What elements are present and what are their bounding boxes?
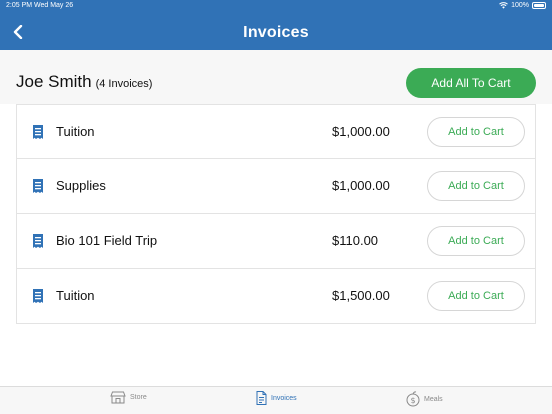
add-to-cart-button[interactable]: Add to Cart — [427, 226, 525, 256]
invoice-title: Supplies — [56, 178, 106, 193]
invoice-row: Tuition $1,500.00 Add to Cart — [16, 269, 536, 324]
tab-store-label: Store — [130, 394, 147, 401]
svg-text:$: $ — [410, 396, 415, 405]
status-indicators: 100% — [499, 2, 546, 9]
invoice-amount: $1,000.00 — [332, 124, 390, 139]
app-header: 2:05 PM Wed May 26 100% Invoices — [0, 0, 552, 50]
status-date: Wed May 26 — [34, 2, 74, 9]
customer-name: Joe Smith (4 Invoices) — [16, 72, 152, 92]
tab-store[interactable]: Store — [110, 391, 147, 404]
add-to-cart-button[interactable]: Add to Cart — [427, 281, 525, 311]
invoice-title: Tuition — [56, 288, 95, 303]
invoice-amount: $110.00 — [332, 233, 379, 248]
page-title: Invoices — [243, 24, 309, 41]
battery-percent: 100% — [511, 2, 529, 9]
main-content: Joe Smith (4 Invoices) Add All To Cart Tu… — [0, 50, 552, 386]
tab-meals-label: Meals — [424, 395, 443, 403]
invoice-title: Tuition — [56, 124, 95, 139]
invoice-row: Supplies $1,000.00 Add to Cart — [16, 159, 536, 214]
invoice-amount: $1,000.00 — [332, 178, 390, 193]
invoice-amount: $1,500.00 — [332, 288, 390, 303]
add-all-to-cart-button[interactable]: Add All To Cart — [406, 68, 536, 98]
invoice-count: (4 Invoices) — [95, 78, 153, 90]
invoice-icon — [33, 289, 43, 303]
status-time: 2:05 PM — [6, 2, 33, 9]
tab-invoices[interactable]: Invoices — [256, 391, 297, 405]
invoice-icon — [33, 179, 43, 193]
invoice-row: Tuition $1,000.00 Add to Cart — [16, 104, 536, 159]
add-to-cart-button[interactable]: Add to Cart — [427, 117, 525, 147]
status-bar: 2:05 PM Wed May 26 100% — [0, 0, 552, 12]
invoice-summary: Joe Smith (4 Invoices) Add All To Cart — [0, 50, 552, 104]
tab-invoices-label: Invoices — [271, 394, 297, 402]
invoice-list: Tuition $1,000.00 Add to Cart Supplies $… — [16, 104, 536, 324]
invoice-icon — [33, 125, 43, 139]
meals-icon: $ — [406, 391, 420, 407]
tab-meals[interactable]: $ Meals — [406, 391, 443, 407]
store-icon — [110, 391, 126, 404]
tab-bar: Store Invoices $ Meals — [0, 386, 552, 414]
invoice-icon — [33, 234, 43, 248]
add-to-cart-button[interactable]: Add to Cart — [427, 171, 525, 201]
invoice-icon — [256, 391, 267, 405]
invoice-row: Bio 101 Field Trip $110.00 Add to Cart — [16, 214, 536, 269]
wifi-icon — [499, 2, 508, 9]
customer-name-text: Joe Smith — [16, 72, 92, 91]
battery-icon — [532, 2, 546, 9]
invoice-title: Bio 101 Field Trip — [56, 233, 158, 248]
